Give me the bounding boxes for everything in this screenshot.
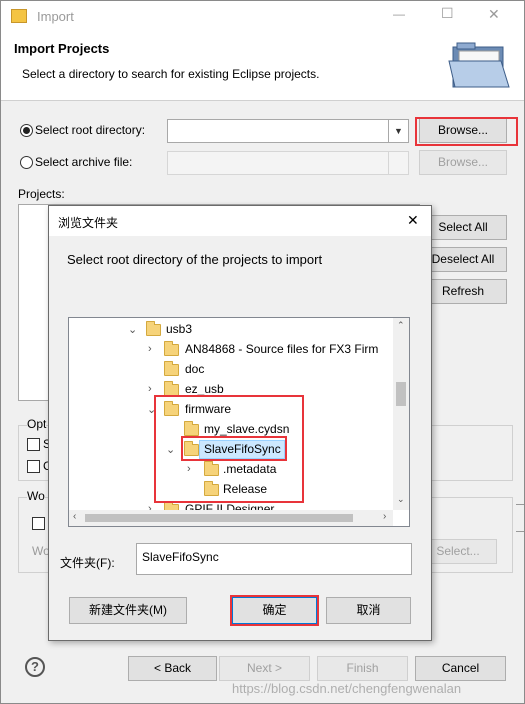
archive-input [167,151,389,175]
refresh-button[interactable]: Refresh [419,279,507,304]
help-icon-glyph: ? [31,659,39,674]
browse-dialog: 浏览文件夹 ✕ Select root directory of the pro… [48,205,432,641]
tree-item-doc[interactable]: doc [185,362,204,376]
minimize-icon[interactable]: — [393,7,405,21]
projects-label: Projects: [18,187,65,201]
ok-highlight-box [230,595,319,626]
eclipse-icon [11,9,27,23]
folder-icon [146,321,161,336]
tree-horizontal-scrollbar[interactable]: ‹ › [69,510,393,526]
tree-item-usb3[interactable]: usb3 [166,322,192,336]
dialog-prompt: Select root directory of the projects to… [67,252,323,267]
browse-highlight-box [415,117,518,146]
archive-label: Select archive file: [35,155,133,169]
slavefifosync-highlight-box [181,436,287,461]
root-dir-input[interactable] [167,119,389,143]
select-all-button[interactable]: Select All [419,215,507,240]
cancel-button[interactable]: Cancel [415,656,506,681]
title-bar: Import — ☐ ✕ [1,1,524,31]
next-button: Next > [219,656,310,681]
header-subtitle: Select a directory to search for existin… [22,67,320,81]
dialog-title: 浏览文件夹 [58,216,119,230]
folder-field-label: 文件夹(F): [60,556,115,570]
tree-collapse-icon[interactable]: › [148,343,152,355]
tree-vertical-scrollbar[interactable]: ⌃ ⌄ [393,318,409,510]
open-folder-icon [448,42,510,88]
folder-icon [164,361,179,376]
dialog-title-bar: 浏览文件夹 ✕ [49,206,431,236]
header-title: Import Projects [14,41,110,56]
new-folder-button[interactable]: 新建文件夹(M) [69,597,187,624]
archive-browse-button: Browse... [419,150,507,175]
tree-collapse-icon[interactable]: › [148,383,152,395]
side-handle-top [516,504,524,505]
scroll-down-icon[interactable]: ⌄ [397,494,405,505]
finish-button: Finish [317,656,408,681]
working-sets-checkbox[interactable] [32,517,45,530]
dialog-close-icon[interactable]: ✕ [407,212,419,229]
tree-expand-icon[interactable]: ⌄ [128,324,137,336]
folder-field-value: SlaveFifoSync [142,550,219,564]
option2-checkbox[interactable] [27,460,40,473]
scroll-left-icon[interactable]: ‹ [73,511,76,522]
h-scroll-thumb[interactable] [85,514,353,522]
deselect-all-button[interactable]: Deselect All [419,247,507,272]
root-dir-radio[interactable] [20,124,33,137]
scroll-up-icon[interactable]: ⌃ [397,320,405,331]
archive-radio[interactable] [20,156,33,169]
root-dir-label: Select root directory: [35,123,146,137]
tree-item-ez-usb[interactable]: ez_usb [185,382,224,396]
dialog-cancel-button[interactable]: 取消 [326,597,411,624]
watermark: https://blog.csdn.net/chengfengwenalan [232,681,462,696]
folder-field-input[interactable]: SlaveFifoSync [136,543,412,575]
header-panel: Import Projects Select a directory to se… [1,31,524,101]
tree-item-an84868[interactable]: AN84868 - Source files for FX3 Firm [185,342,378,356]
maximize-icon[interactable]: ☐ [441,5,454,22]
back-button[interactable]: < Back [128,656,217,681]
root-dir-dropdown[interactable]: ▼ [389,119,409,143]
chevron-down-icon: ▼ [394,126,403,136]
scroll-thumb[interactable] [396,382,406,406]
help-icon[interactable]: ? [25,657,45,677]
archive-dropdown [389,151,409,175]
scroll-right-icon[interactable]: › [383,511,386,522]
close-icon[interactable]: ✕ [488,6,500,23]
side-handle-bottom [516,531,524,532]
window-title: Import [37,9,74,24]
options-label: Opt [27,417,47,431]
working-sets-label: Wo [27,489,45,503]
option1-checkbox[interactable] [27,438,40,451]
folder-icon [164,341,179,356]
